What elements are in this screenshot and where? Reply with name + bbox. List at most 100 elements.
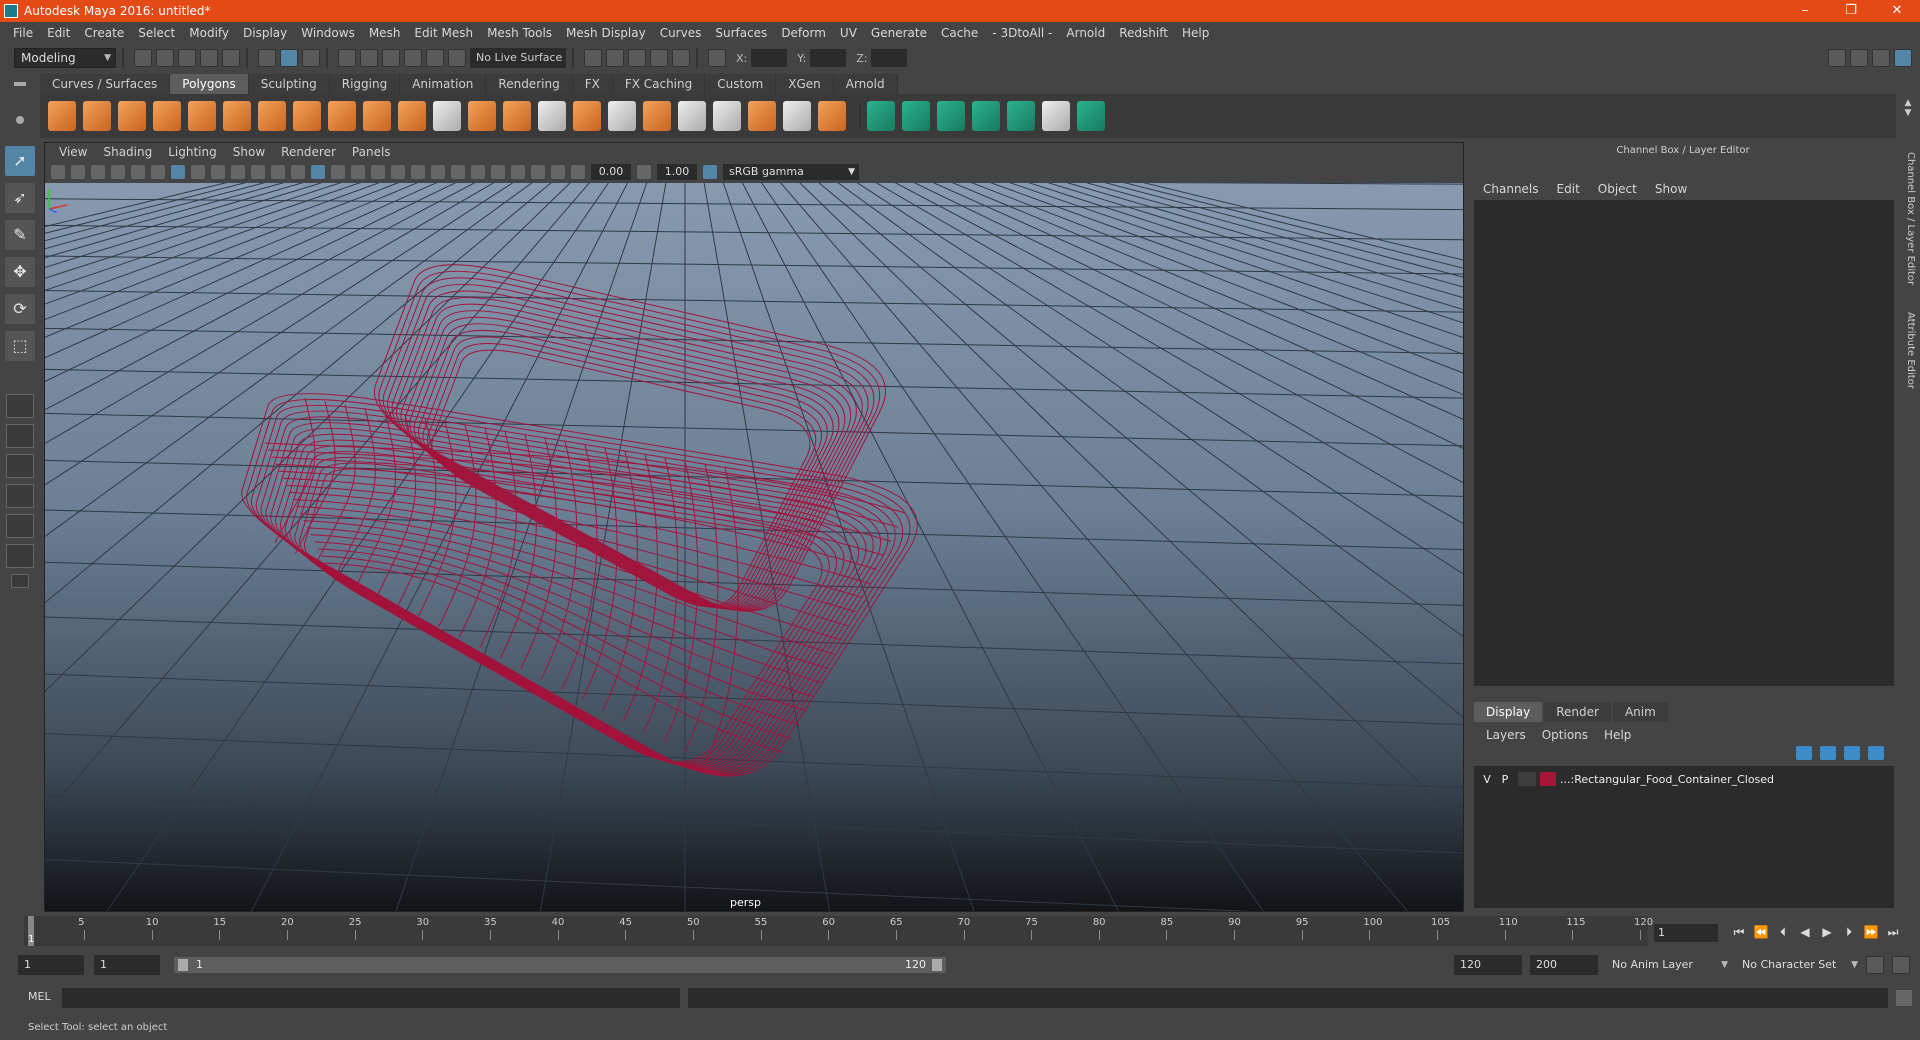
shelf-settings-icon[interactable] (16, 116, 24, 124)
uv-editor-icon[interactable] (1042, 101, 1070, 131)
tab-rendering[interactable]: Rendering (486, 74, 573, 94)
modeling-toolkit-icon[interactable] (1828, 49, 1846, 67)
menu-display[interactable]: Display (236, 26, 294, 40)
new-scene-icon[interactable] (134, 49, 152, 67)
channel-box-icon[interactable] (1894, 49, 1912, 67)
layer-menu-help[interactable]: Help (1596, 728, 1639, 742)
snap-to-view-plane-icon[interactable] (404, 49, 422, 67)
poly-cone-icon[interactable] (153, 101, 181, 131)
menu-arnold[interactable]: Arnold (1059, 26, 1112, 40)
playback-start-field[interactable]: 1 (94, 955, 160, 975)
shelf-menu-icon[interactable] (14, 82, 26, 86)
perspective-scene[interactable]: persp (45, 183, 1463, 911)
render-view-icon[interactable] (584, 49, 602, 67)
wireframe-on-shaded-icon[interactable] (351, 165, 365, 179)
separate-icon[interactable] (363, 101, 391, 131)
script-editor-icon[interactable] (1896, 990, 1912, 1006)
animation-preferences-icon[interactable] (1892, 956, 1910, 974)
menu-generate[interactable]: Generate (864, 26, 934, 40)
combine-icon[interactable] (328, 101, 356, 131)
viewport-menu-shading[interactable]: Shading (95, 145, 160, 159)
tab-rigging[interactable]: Rigging (329, 74, 401, 94)
ambient-occlusion-icon[interactable] (431, 165, 445, 179)
poly-sphere-icon[interactable] (48, 101, 76, 131)
current-frame-field[interactable]: 1 (1654, 924, 1718, 942)
step-back-frame-icon[interactable]: ⏴ (1772, 922, 1794, 942)
color-management-icon[interactable] (703, 165, 717, 179)
tab-polygons[interactable]: Polygons (170, 74, 249, 94)
channel-box-area[interactable] (1474, 200, 1894, 686)
xray-components-icon[interactable] (551, 165, 565, 179)
live-surface-field[interactable]: No Live Surface (470, 48, 566, 68)
step-forward-key-icon[interactable]: ⏩ (1860, 922, 1882, 942)
render-settings-icon[interactable] (650, 49, 668, 67)
tab-render[interactable]: Render (1544, 702, 1611, 722)
exposure-field[interactable]: 0.00 (591, 164, 631, 180)
poly-pyramid-icon[interactable] (258, 101, 286, 131)
play-forwards-icon[interactable]: ▶ (1816, 922, 1838, 942)
select-tool[interactable]: ➚ (5, 146, 35, 176)
anim-layer-dropdown[interactable]: No Anim Layer ▼ (1606, 955, 1732, 975)
attribute-editor-icon[interactable] (1850, 49, 1868, 67)
menu-windows[interactable]: Windows (294, 26, 362, 40)
tab-sculpting[interactable]: Sculpting (248, 74, 330, 94)
animation-end-field[interactable]: 200 (1530, 955, 1598, 975)
make-live-icon[interactable] (426, 49, 444, 67)
auto-key-icon[interactable] (1866, 956, 1884, 974)
channel-menu-channels[interactable]: Channels (1474, 182, 1548, 196)
menu-cache[interactable]: Cache (934, 26, 985, 40)
poly-pipe-icon[interactable] (293, 101, 321, 131)
bookmark-icon[interactable] (91, 165, 105, 179)
layer-menu-options[interactable]: Options (1534, 728, 1596, 742)
target-weld-icon[interactable] (818, 101, 846, 131)
tool-settings-icon[interactable] (1872, 49, 1890, 67)
spherical-mapping-icon[interactable] (972, 101, 1000, 131)
y-field[interactable] (810, 49, 847, 67)
ipr-render-icon[interactable] (628, 49, 646, 67)
poly-plane-icon[interactable] (188, 101, 216, 131)
xray-joints-icon[interactable] (531, 165, 545, 179)
menu-uv[interactable]: UV (833, 26, 864, 40)
channel-menu-object[interactable]: Object (1589, 182, 1646, 196)
step-back-key-icon[interactable]: ⏪ (1750, 922, 1772, 942)
layer-playback-toggle[interactable]: P (1496, 773, 1514, 786)
z-field[interactable] (871, 49, 908, 67)
layer-display-type-toggle[interactable] (1518, 772, 1536, 786)
persp-hypershade-layout-button[interactable] (6, 514, 34, 538)
image-plane-icon[interactable] (111, 165, 125, 179)
fill-hole-icon[interactable] (783, 101, 811, 131)
shelf-scroll[interactable]: ▲ ▼ (1900, 98, 1916, 136)
tab-display[interactable]: Display (1474, 702, 1543, 722)
snap-to-curve-icon[interactable] (360, 49, 378, 67)
minimize-button[interactable]: – (1782, 0, 1828, 22)
maximize-button[interactable]: ❐ (1828, 0, 1874, 22)
layer-name[interactable]: ...:Rectangular_Food_Container_Closed (1560, 773, 1774, 786)
select-by-hierarchy-icon[interactable] (258, 49, 276, 67)
move-tool[interactable]: ✥ (5, 257, 35, 287)
go-to-end-icon[interactable]: ⏭ (1882, 922, 1904, 942)
2d-pan-zoom-icon[interactable] (131, 165, 145, 179)
anti-aliasing-icon[interactable] (471, 165, 485, 179)
menu-3dtoall[interactable]: - 3DtoAll - (985, 26, 1059, 40)
menu-surfaces[interactable]: Surfaces (708, 26, 774, 40)
go-to-start-icon[interactable]: ⏮ (1728, 922, 1750, 942)
safe-action-icon[interactable] (271, 165, 285, 179)
tab-anim[interactable]: Anim (1612, 702, 1668, 722)
animation-start-field[interactable]: 1 (18, 955, 84, 975)
uv-cut-sew-icon[interactable] (1077, 101, 1105, 131)
menu-create[interactable]: Create (77, 26, 131, 40)
menu-edit[interactable]: Edit (40, 26, 77, 40)
smooth-shade-icon[interactable] (331, 165, 345, 179)
script-language-label[interactable]: MEL (28, 990, 51, 1003)
extract-icon[interactable] (398, 101, 426, 131)
cylindrical-mapping-icon[interactable] (937, 101, 965, 131)
append-polygon-icon[interactable] (748, 101, 776, 131)
layer-row[interactable]: V P ...:Rectangular_Food_Container_Close… (1478, 770, 1890, 788)
open-scene-icon[interactable] (156, 49, 174, 67)
tab-xgen[interactable]: XGen (776, 74, 834, 94)
menu-help[interactable]: Help (1175, 26, 1216, 40)
multi-cut-icon[interactable] (538, 101, 566, 131)
move-layer-down-icon[interactable] (1820, 746, 1836, 760)
menu-modify[interactable]: Modify (182, 26, 236, 40)
textured-icon[interactable] (371, 165, 385, 179)
